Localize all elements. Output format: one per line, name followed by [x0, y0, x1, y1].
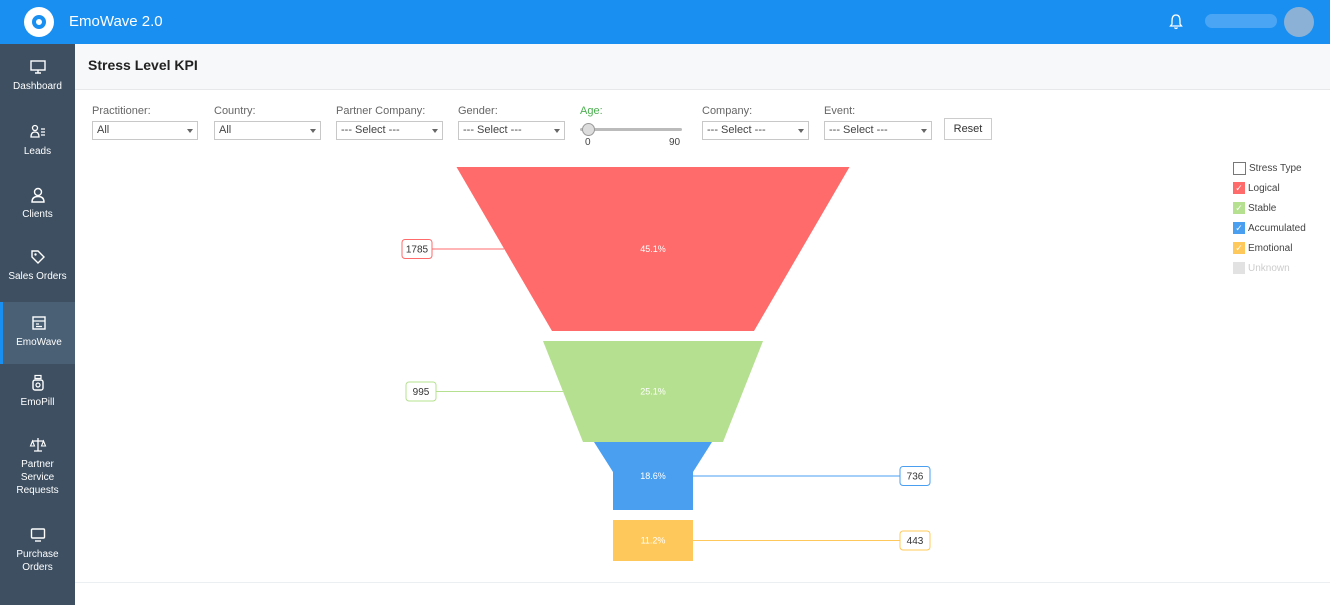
legend-item-emotional[interactable]: ✓ Emotional	[1233, 238, 1306, 258]
sidebar-item-label: Partner Service Requests	[16, 459, 59, 496]
legend-item-label: Accumulated	[1248, 222, 1306, 234]
legend-title[interactable]: Stress Type	[1233, 158, 1306, 178]
funnel-percent-label: 11.2%	[641, 536, 666, 546]
sidebar-item-label: Leads	[23, 146, 52, 157]
funnel-value-label: 443	[907, 536, 924, 547]
screen-icon	[30, 528, 45, 542]
sidebar-item-sales-orders[interactable]: Sales Orders	[0, 248, 75, 296]
funnel-value-label: 995	[413, 387, 430, 398]
leads-icon	[29, 124, 45, 138]
sidebar: Dashboard Leads Clients Sales Orders Emo…	[0, 44, 75, 605]
sidebar-item-emowave[interactable]: EmoWave	[0, 302, 75, 364]
funnel-chart: 45.1% 1785 25.1% 995 18.6% 736 11.2% 443	[401, 167, 931, 561]
legend-item-accumulated[interactable]: ✓ Accumulated	[1233, 218, 1306, 238]
notification-bell-icon[interactable]	[1168, 13, 1184, 31]
user-icon	[30, 187, 45, 203]
funnel-percent-label: 18.6%	[640, 471, 666, 481]
funnel-value-label: 736	[907, 472, 924, 483]
sidebar-item-label: EmoWave	[16, 337, 62, 348]
sidebar-item-partner-service-requests[interactable]: Partner Service Requests	[0, 436, 75, 506]
sidebar-item-leads[interactable]: Leads	[0, 123, 75, 171]
app-title: EmoWave 2.0	[69, 13, 163, 30]
app-logo-icon[interactable]	[24, 7, 54, 37]
sidebar-item-purchase-orders[interactable]: Purchase Orders	[0, 526, 75, 586]
funnel-percent-label: 45.1%	[640, 244, 666, 254]
main-content: Stress Level KPI Practitioner: All Count…	[75, 44, 1330, 605]
check-icon: ✓	[1233, 182, 1245, 194]
sidebar-item-label: Purchase Orders	[16, 549, 59, 573]
sidebar-item-dashboard[interactable]: Dashboard	[0, 58, 75, 106]
check-icon: ✓	[1233, 242, 1245, 254]
legend-item-label: Stable	[1248, 202, 1277, 214]
chart-legend: Stress Type ✓ Logical ✓ Stable ✓ Accumul…	[1233, 158, 1306, 278]
legend-item-label: Emotional	[1248, 242, 1293, 254]
funnel-percent-label: 25.1%	[640, 387, 666, 397]
check-icon: ✓	[1233, 222, 1245, 234]
sidebar-item-label: Dashboard	[13, 81, 62, 92]
sidebar-item-emopill[interactable]: EmoPill	[0, 374, 75, 422]
checkbox-icon	[1233, 161, 1246, 175]
sidebar-item-clients[interactable]: Clients	[0, 186, 75, 234]
legend-title-label: Stress Type	[1249, 162, 1302, 174]
legend-item-unknown[interactable]: Unknown	[1233, 258, 1306, 278]
pill-icon	[31, 374, 44, 391]
unchecked-box-icon	[1233, 262, 1245, 274]
legend-item-label: Logical	[1248, 182, 1280, 194]
tag-icon	[30, 250, 45, 264]
sidebar-item-label: EmoPill	[20, 397, 55, 408]
bottom-divider	[75, 582, 1330, 583]
avatar[interactable]	[1284, 7, 1314, 37]
sidebar-item-label: Sales Orders	[8, 271, 67, 282]
check-icon: ✓	[1233, 202, 1245, 214]
scale-icon	[29, 438, 46, 452]
sidebar-item-label: Clients	[22, 209, 53, 220]
legend-item-label: Unknown	[1248, 262, 1290, 274]
legend-item-stable[interactable]: ✓ Stable	[1233, 198, 1306, 218]
top-bar: EmoWave 2.0	[0, 0, 1330, 44]
legend-item-logical[interactable]: ✓ Logical	[1233, 178, 1306, 198]
emowave-icon	[32, 316, 46, 330]
user-name-blurred[interactable]	[1205, 14, 1277, 28]
monitor-icon	[29, 60, 46, 74]
funnel-value-label: 1785	[406, 245, 429, 256]
